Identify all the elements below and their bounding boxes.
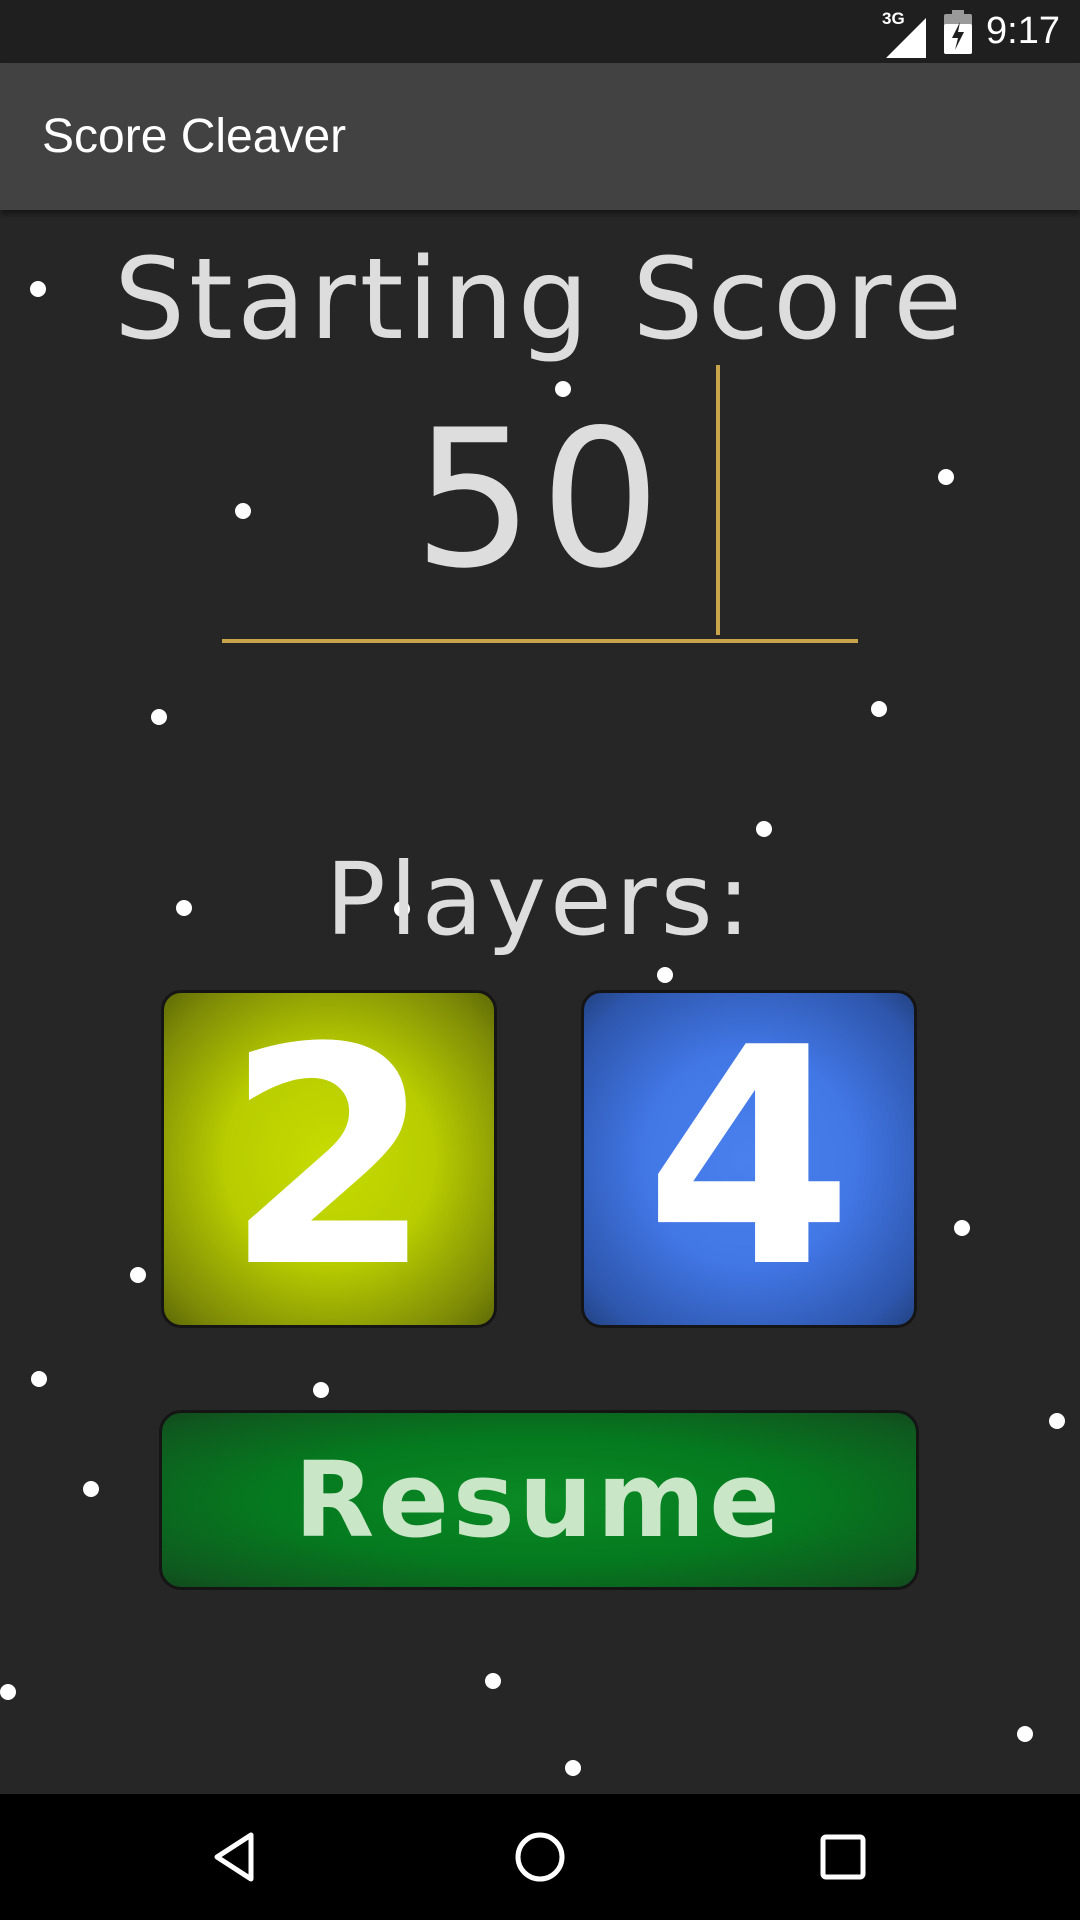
star-decoration	[871, 701, 887, 717]
home-icon[interactable]	[495, 1812, 585, 1902]
star-decoration	[151, 709, 167, 725]
four-players-button[interactable]: 4	[581, 990, 917, 1328]
resume-button[interactable]: Resume	[159, 1410, 919, 1590]
star-decoration	[0, 1684, 16, 1700]
status-icons: 3G 9:17	[882, 0, 1060, 63]
star-decoration	[83, 1481, 99, 1497]
star-decoration	[313, 1382, 329, 1398]
status-bar: 3G 9:17	[0, 0, 1080, 63]
two-players-button[interactable]: 2	[161, 990, 497, 1328]
star-decoration	[1049, 1413, 1065, 1429]
star-decoration	[485, 1673, 501, 1689]
star-decoration	[31, 1371, 47, 1387]
app-title: Score Cleaver	[42, 110, 347, 163]
star-decoration	[954, 1220, 970, 1236]
app-bar: Score Cleaver	[0, 63, 1080, 210]
star-decoration	[938, 469, 954, 485]
star-decoration	[565, 1760, 581, 1776]
players-heading: Players:	[325, 841, 755, 958]
signal-icon: 3G	[882, 9, 930, 58]
star-decoration	[657, 967, 673, 983]
star-decoration	[756, 821, 772, 837]
star-decoration	[1017, 1726, 1033, 1742]
text-caret	[716, 365, 720, 635]
starting-score-input[interactable]: 50	[222, 365, 858, 645]
input-underline	[222, 639, 858, 643]
starting-score-value[interactable]: 50	[222, 405, 858, 595]
screen: 3G 9:17 Score Cleaver Starting Score 50 …	[0, 0, 1080, 1920]
star-decoration	[130, 1267, 146, 1283]
starting-score-heading: Starting Score	[113, 235, 967, 365]
battery-charging-icon	[944, 9, 973, 54]
clock: 9:17	[986, 10, 1060, 52]
navigation-bar	[0, 1794, 1080, 1920]
recents-icon[interactable]	[798, 1812, 888, 1902]
back-icon[interactable]	[192, 1812, 282, 1902]
